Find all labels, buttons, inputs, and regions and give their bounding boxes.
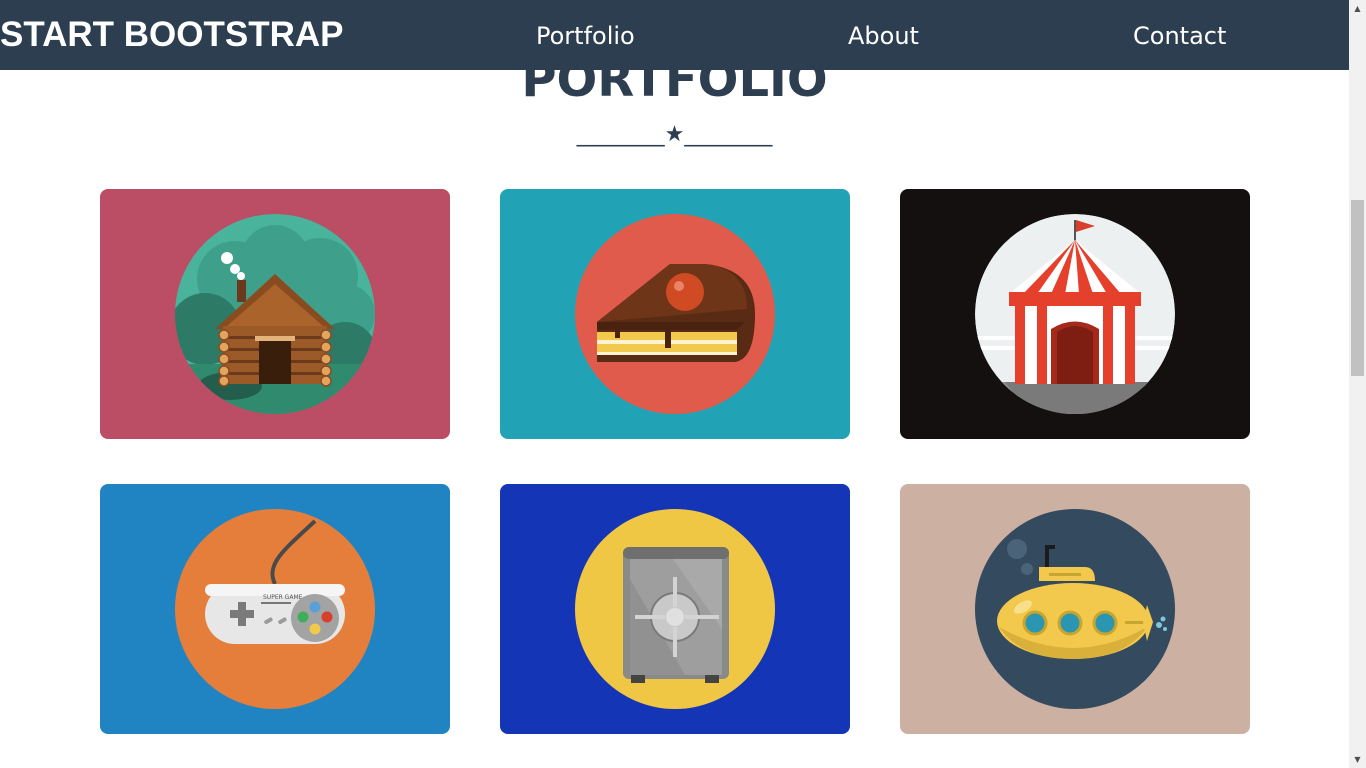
portfolio-item-cabin[interactable] xyxy=(100,189,450,439)
portfolio-item-submarine[interactable] xyxy=(900,484,1250,734)
star-divider: ________★________ xyxy=(576,122,773,147)
portfolio-item-safe[interactable] xyxy=(500,484,850,734)
scroll-down-icon[interactable]: ▼ xyxy=(1349,751,1366,768)
nav-link-about[interactable]: About xyxy=(848,20,919,52)
scrollbar-track[interactable] xyxy=(1349,0,1366,768)
portfolio-item-cake[interactable] xyxy=(500,189,850,439)
scrollbar-thumb[interactable] xyxy=(1351,200,1364,376)
scroll-up-icon[interactable]: ▲ xyxy=(1349,0,1366,17)
controller-label: SUPER GAME xyxy=(263,594,303,601)
portfolio-item-circus[interactable] xyxy=(900,189,1250,439)
game-controller-icon: SUPER GAME xyxy=(175,509,375,709)
safe-icon xyxy=(575,509,775,709)
submarine-icon xyxy=(975,509,1175,709)
nav-link-contact[interactable]: Contact xyxy=(1133,20,1226,52)
portfolio-item-game[interactable]: SUPER GAME xyxy=(100,484,450,734)
cabin-icon xyxy=(175,214,375,414)
brand-link[interactable]: START BOOTSTRAP xyxy=(0,14,344,56)
nav-link-portfolio[interactable]: Portfolio xyxy=(536,20,635,52)
page: START BOOTSTRAP Portfolio About Contact … xyxy=(0,0,1366,768)
circus-tent-icon xyxy=(975,214,1175,414)
navbar: START BOOTSTRAP Portfolio About Contact xyxy=(0,0,1349,70)
cake-icon xyxy=(575,214,775,414)
